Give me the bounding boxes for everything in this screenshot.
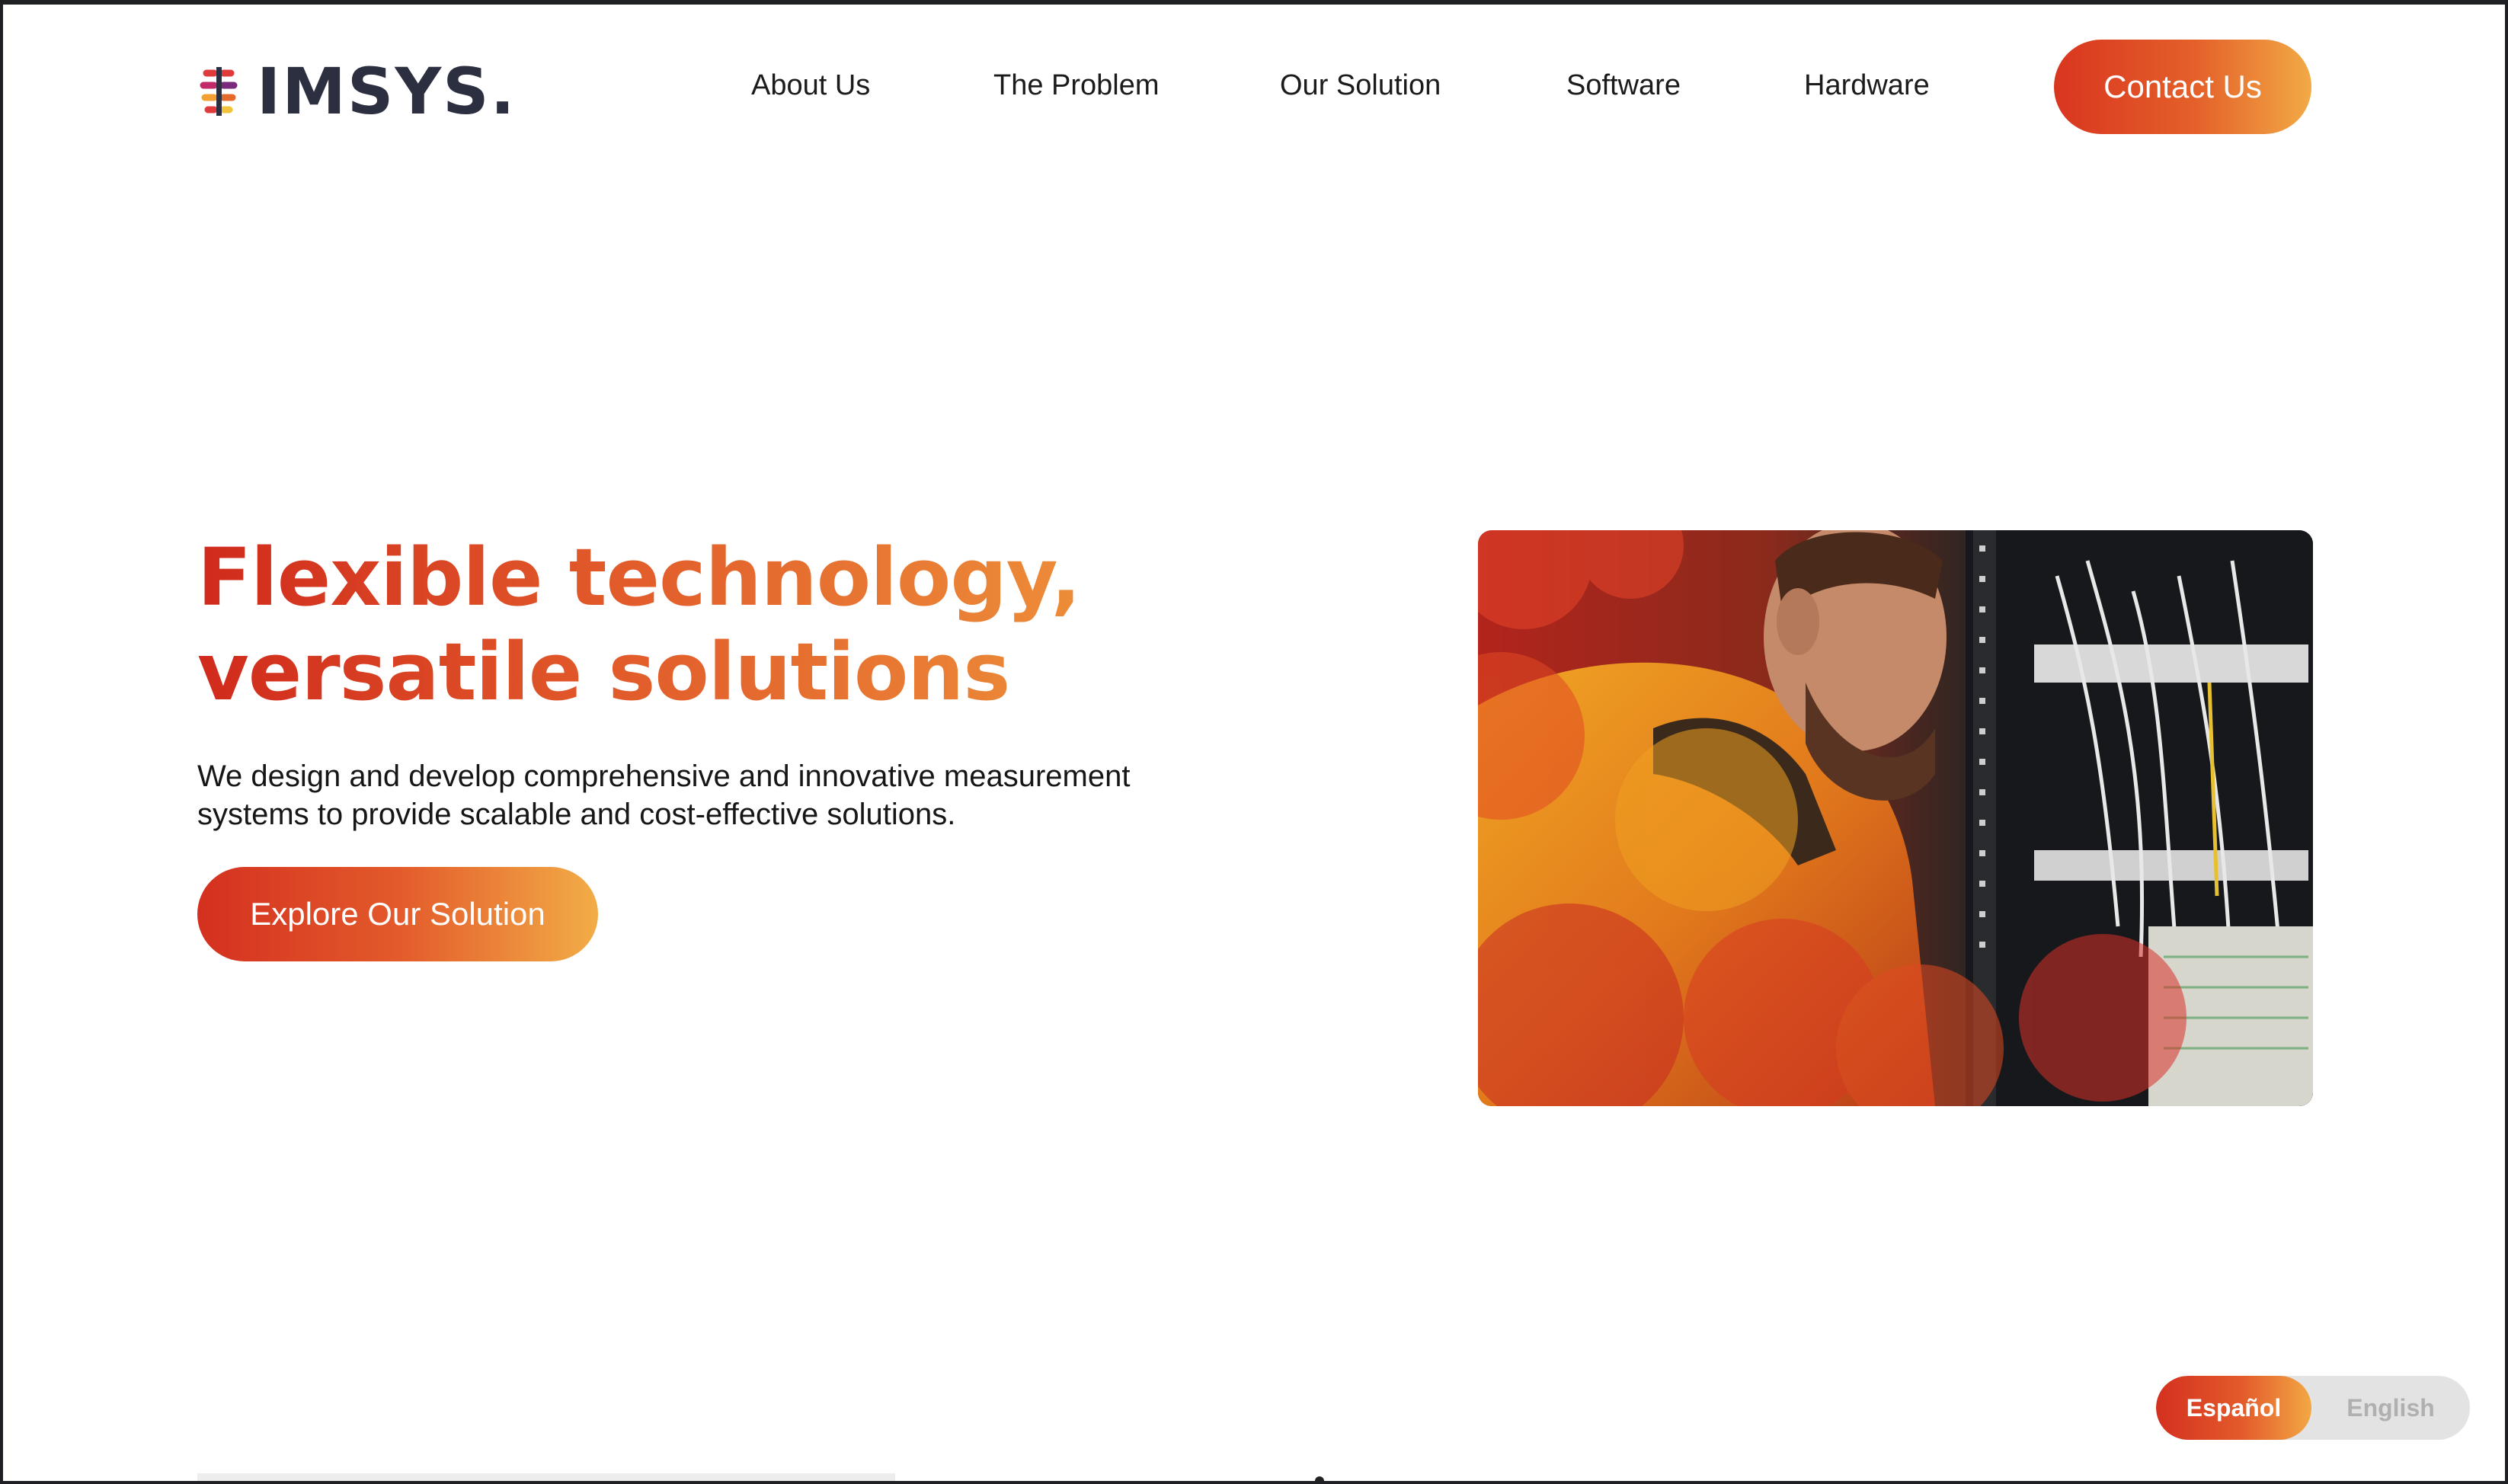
language-option-espanol[interactable]: Español bbox=[2156, 1376, 2311, 1440]
language-toggle[interactable]: Español English bbox=[2156, 1376, 2470, 1440]
brand-name: IMSYS. bbox=[257, 54, 517, 129]
scroll-indicator-dot bbox=[1315, 1476, 1324, 1481]
nav-hardware[interactable]: Hardware bbox=[1804, 69, 1930, 102]
logo-mark-icon bbox=[200, 67, 238, 116]
explore-solution-button[interactable]: Explore Our Solution bbox=[197, 867, 598, 961]
next-section-edge bbox=[197, 1473, 895, 1481]
hero-subtitle-line-1: We design and develop comprehensive and … bbox=[197, 760, 1131, 793]
technician-server-rack-image bbox=[1478, 530, 2313, 1106]
language-option-english[interactable]: English bbox=[2311, 1376, 2470, 1440]
hero-title: Flexible technology, versatile solutions bbox=[197, 530, 1340, 719]
hero-title-line-1: Flexible technology, bbox=[197, 531, 1080, 624]
hero-subtitle: We design and develop comprehensive and … bbox=[197, 757, 1264, 833]
contact-us-button[interactable]: Contact Us bbox=[2054, 40, 2311, 134]
brand-logo[interactable]: IMSYS. bbox=[197, 55, 517, 128]
nav-our-solution[interactable]: Our Solution bbox=[1280, 69, 1441, 102]
nav-software[interactable]: Software bbox=[1566, 69, 1681, 102]
page: IMSYS. About Us The Problem Our Solution… bbox=[3, 5, 2505, 1481]
hero-title-line-2: versatile solutions bbox=[197, 625, 1010, 718]
nav-the-problem[interactable]: The Problem bbox=[993, 69, 1160, 102]
hero-subtitle-line-2: systems to provide scalable and cost-eff… bbox=[197, 798, 956, 831]
nav-about-us[interactable]: About Us bbox=[751, 69, 870, 102]
